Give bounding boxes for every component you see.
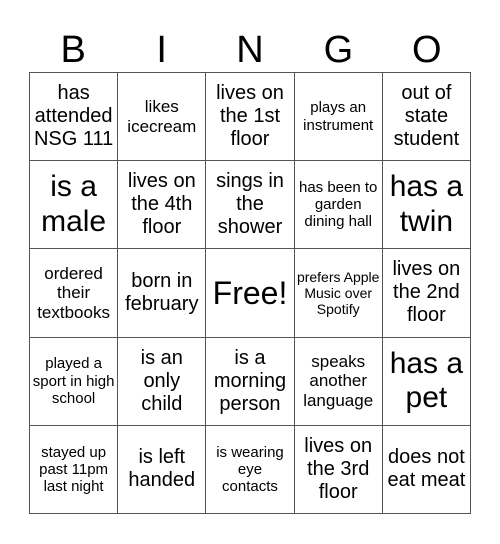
bingo-cell[interactable]: has a twin	[382, 161, 471, 250]
bingo-cell[interactable]: is a morning person	[206, 337, 295, 426]
bingo-cell[interactable]: is a male	[30, 161, 119, 250]
bingo-cell[interactable]: played a sport in high school	[30, 337, 119, 426]
bingo-cell[interactable]: likes icecream	[118, 73, 207, 162]
bingo-cell[interactable]: lives on the 3rd floor	[294, 425, 383, 514]
bingo-cell[interactable]: is an only child	[118, 337, 207, 426]
bingo-cell[interactable]: lives on the 1st floor	[206, 73, 295, 162]
bingo-cell[interactable]: out of state student	[382, 73, 471, 162]
header-letter-b: B	[60, 29, 86, 71]
bingo-cell[interactable]: has been to garden dining hall	[294, 161, 383, 250]
bingo-cell[interactable]: stayed up past 11pm last night	[30, 425, 119, 514]
bingo-cell[interactable]: does not eat meat	[382, 425, 471, 514]
bingo-cell[interactable]: has a pet	[382, 337, 471, 426]
header-letter-g: G	[323, 29, 354, 71]
bingo-cell[interactable]: prefers Apple Music over Spotify	[294, 249, 383, 338]
header-letter-o: O	[412, 29, 442, 71]
bingo-cell[interactable]: speaks another language	[294, 337, 383, 426]
bingo-cell[interactable]: is left handed	[118, 425, 207, 514]
bingo-cell[interactable]: born in february	[118, 249, 207, 338]
bingo-cell[interactable]: has attended NSG 111	[30, 73, 119, 162]
bingo-cell[interactable]: lives on the 4th floor	[118, 161, 207, 250]
bingo-cell[interactable]: sings in the shower	[206, 161, 295, 250]
bingo-cell[interactable]: lives on the 2nd floor	[382, 249, 471, 338]
header-letter-i: I	[156, 29, 167, 71]
bingo-grid: has attended NSG 111 likes icecream live…	[29, 72, 471, 514]
bingo-cell[interactable]: ordered their textbooks	[30, 249, 119, 338]
bingo-header: B I N G O	[29, 30, 471, 70]
free-space[interactable]: Free!	[206, 249, 295, 338]
header-letter-n: N	[236, 29, 264, 71]
bingo-cell[interactable]: is wearing eye contacts	[206, 425, 295, 514]
bingo-cell[interactable]: plays an instrument	[294, 73, 383, 162]
